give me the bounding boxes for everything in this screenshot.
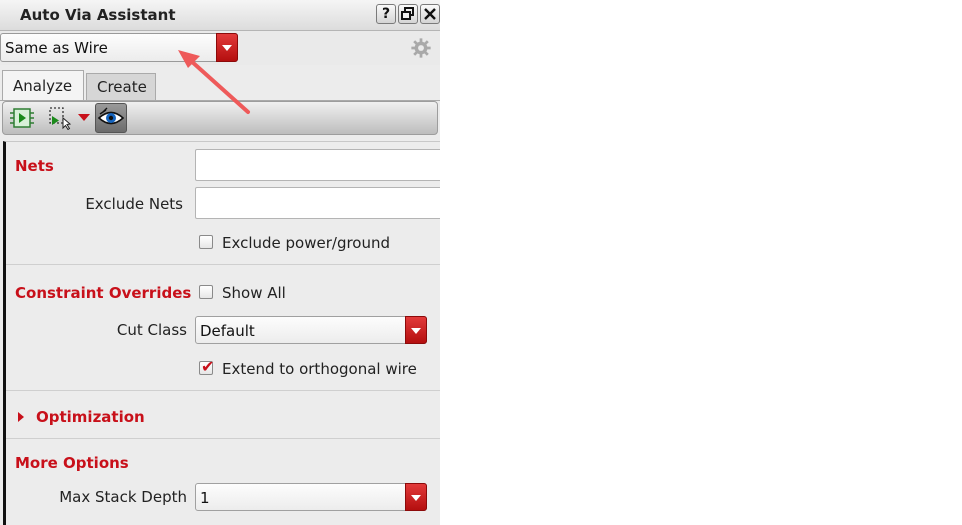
constraint-overrides-heading: Constraint Overrides [15, 284, 192, 302]
title-bar: Auto Via Assistant ? [0, 0, 440, 31]
tab-create[interactable]: Create [86, 73, 156, 100]
max-stack-depth-value: 1 [200, 489, 210, 507]
restore-window-icon [401, 7, 414, 20]
close-button[interactable] [420, 4, 440, 24]
close-icon [424, 8, 436, 20]
expand-arrow-icon[interactable] [18, 412, 24, 422]
show-all-label: Show All [222, 284, 286, 302]
extend-orthogonal-label: Extend to orthogonal wire [222, 360, 417, 378]
section-divider [6, 264, 440, 265]
dropdown-arrow-icon[interactable] [405, 316, 427, 344]
exclude-power-ground-label: Exclude power/ground [222, 234, 391, 252]
form-area: Nets Exclude Nets Exclude power/ground C… [3, 141, 440, 525]
help-button[interactable]: ? [376, 4, 396, 24]
nets-heading: Nets [15, 157, 54, 175]
more-options-heading: More Options [15, 454, 129, 472]
run-selected-icon [49, 107, 72, 130]
cut-class-dropdown[interactable]: Default [195, 316, 427, 344]
section-divider [6, 438, 440, 439]
cut-class-value: Default [200, 322, 255, 340]
run-analysis-button[interactable] [9, 105, 35, 131]
exclude-nets-label: Exclude Nets [85, 195, 183, 213]
toolbar [2, 101, 438, 135]
eye-icon [97, 107, 125, 125]
nets-input[interactable] [195, 149, 440, 181]
auto-via-assistant-panel: Auto Via Assistant ? Same as Wire Analyz… [0, 0, 440, 525]
exclude-nets-input[interactable] [195, 187, 440, 219]
show-all-checkbox[interactable] [199, 285, 213, 299]
tab-analyze[interactable]: Analyze [2, 70, 84, 100]
max-stack-depth-dropdown[interactable]: 1 [195, 483, 427, 511]
exclude-power-ground-checkbox[interactable] [199, 235, 213, 249]
run-analysis-icon [10, 108, 34, 128]
dropdown-arrow-icon [78, 114, 90, 121]
cut-class-label: Cut Class [116, 321, 187, 339]
gear-icon[interactable] [410, 37, 432, 59]
view-toggle-button[interactable] [95, 103, 127, 133]
tab-bar: Analyze Create [0, 66, 440, 101]
run-options-dropdown[interactable] [77, 105, 91, 131]
preset-row: Same as Wire [0, 31, 440, 65]
extend-orthogonal-checkbox[interactable]: ✔ [199, 357, 215, 376]
preset-value: Same as Wire [5, 39, 108, 57]
dropdown-arrow-icon[interactable] [405, 483, 427, 511]
dropdown-arrow-icon[interactable] [216, 33, 238, 62]
run-selected-button[interactable] [47, 105, 75, 131]
checkmark-icon: ✔ [201, 357, 215, 376]
help-icon: ? [381, 6, 391, 22]
section-divider [6, 390, 440, 391]
float-window-button[interactable] [398, 4, 418, 24]
window-title: Auto Via Assistant [20, 6, 176, 24]
optimization-heading[interactable]: Optimization [36, 408, 145, 426]
max-stack-depth-label: Max Stack Depth [59, 488, 187, 506]
preset-dropdown[interactable]: Same as Wire [0, 33, 238, 62]
